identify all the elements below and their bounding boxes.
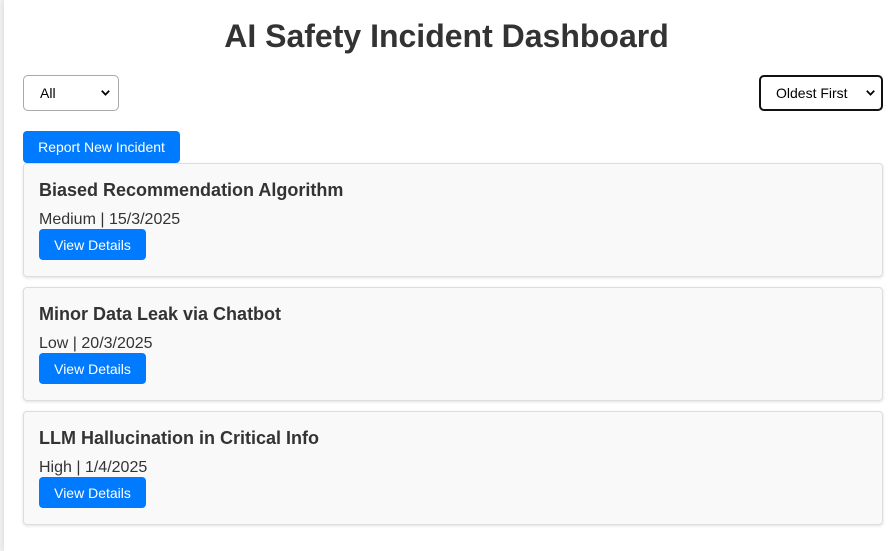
incident-severity-date: High | 1/4/2025 [39,459,148,476]
dashboard-container: AI Safety Incident Dashboard All Oldest … [4,0,893,551]
incident-severity-date: Medium | 15/3/2025 [39,211,181,228]
chevron-down-icon [866,89,875,98]
severity-filter-value: All [40,85,56,101]
chevron-down-icon [101,89,110,98]
view-details-button[interactable]: View Details [39,353,146,384]
incident-card: Biased Recommendation Algorithm Medium |… [23,163,883,277]
view-details-button[interactable]: View Details [39,229,146,260]
severity-filter-select[interactable]: All [23,75,119,111]
incident-severity-date: Low | 20/3/2025 [39,335,153,352]
incident-title: Biased Recommendation Algorithm [39,180,344,200]
sort-order-select[interactable]: Oldest First [759,75,883,111]
report-new-incident-button[interactable]: Report New Incident [23,131,180,163]
sort-order-value: Oldest First [776,85,848,101]
incident-card: Minor Data Leak via Chatbot Low | 20/3/2… [23,287,883,401]
page-title: AI Safety Incident Dashboard [224,18,669,54]
view-details-button[interactable]: View Details [39,477,146,508]
incident-title: LLM Hallucination in Critical Info [39,428,320,448]
incident-title: Minor Data Leak via Chatbot [39,304,282,324]
incident-card: LLM Hallucination in Critical Info High … [23,411,883,525]
